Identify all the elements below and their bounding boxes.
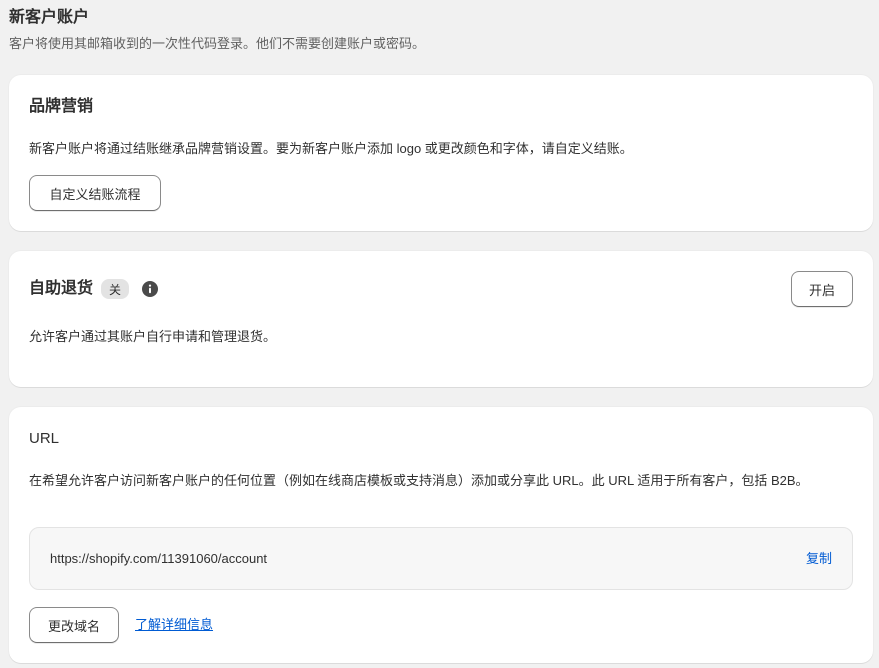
learn-more-link[interactable]: 了解详细信息 <box>135 615 213 635</box>
info-icon-glyph <box>148 284 152 294</box>
status-badge: 关 <box>101 279 129 299</box>
branding-description: 新客户账户将通过结账继承品牌营销设置。要为新客户账户添加 logo 或更改颜色和… <box>29 141 633 156</box>
url-card: URL 在希望允许客户访问新客户账户的任何位置（例如在线商店模板或支持消息）添加… <box>9 407 873 663</box>
section-header: 新客户账户 客户将使用其邮箱收到的一次性代码登录。他们不需要创建账户或密码。 <box>9 8 425 52</box>
url-title: URL <box>29 430 60 447</box>
self-returns-card: 自助退货 关 开启 允许客户通过其账户自行申请和管理退货。 <box>9 251 873 387</box>
settings-page: 新客户账户 客户将使用其邮箱收到的一次性代码登录。他们不需要创建账户或密码。 品… <box>0 0 879 668</box>
self-returns-description: 允许客户通过其账户自行申请和管理退货。 <box>29 329 277 344</box>
change-domain-button[interactable]: 更改域名 <box>29 607 119 643</box>
customize-checkout-button[interactable]: 自定义结账流程 <box>29 175 161 211</box>
page-title: 新客户账户 <box>9 9 90 26</box>
copy-url-link[interactable]: 复制 <box>806 549 832 569</box>
account-url: https://shopify.com/11391060/account <box>50 551 268 566</box>
page-description: 客户将使用其邮箱收到的一次性代码登录。他们不需要创建账户或密码。 <box>9 36 426 51</box>
self-returns-title: 自助退货 <box>29 280 94 297</box>
enable-returns-button[interactable]: 开启 <box>791 271 853 307</box>
url-display-box: https://shopify.com/11391060/account 复制 <box>29 527 853 590</box>
branding-card: 品牌营销 新客户账户将通过结账继承品牌营销设置。要为新客户账户添加 logo 或… <box>9 75 873 231</box>
url-description: 在希望允许客户访问新客户账户的任何位置（例如在线商店模板或支持消息）添加或分享此… <box>29 473 809 488</box>
info-icon[interactable] <box>142 281 158 297</box>
branding-title: 品牌营销 <box>29 98 94 115</box>
